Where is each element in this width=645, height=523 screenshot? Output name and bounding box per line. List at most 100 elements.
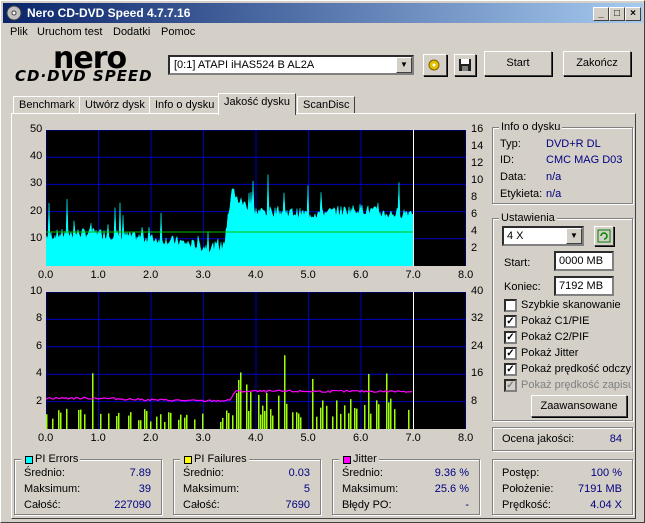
tab-scandisc[interactable]: ScanDisc [297, 96, 356, 114]
pi-failures-total-value: 7690 [285, 499, 310, 511]
pi-failures-total-label: Całość: [183, 499, 220, 511]
pif-bar [84, 414, 86, 429]
pif-bar [150, 421, 152, 429]
pif-bar [220, 421, 222, 429]
pif-bar [356, 408, 358, 429]
x-tick-label: 7.0 [405, 432, 421, 444]
checkbox-4[interactable]: ✓ [504, 363, 517, 376]
pif-bar [58, 410, 60, 429]
maximize-button[interactable]: □ [609, 7, 625, 21]
x-tick-label: 6.0 [353, 269, 369, 281]
eject-button[interactable] [423, 54, 447, 76]
jitter-line [46, 389, 413, 403]
refresh-button[interactable] [594, 226, 614, 246]
pif-bar [332, 416, 334, 429]
pi-errors-avg-label: Średnio: [24, 467, 65, 479]
minimize-button[interactable]: _ [593, 7, 609, 21]
floppy-disk-icon [459, 59, 471, 71]
cd-dvd-speed-logo: CD·DVD SPEED [15, 67, 153, 85]
pif-bar [138, 420, 140, 429]
y-left-tick-label: 30 [30, 177, 43, 190]
pif-bar [376, 400, 378, 429]
y-left-tick-label: 6 [36, 339, 43, 352]
pie-chart [46, 130, 466, 266]
pi-failures-avg-value: 0.03 [288, 467, 310, 479]
y-left-tick-label: 4 [36, 367, 43, 380]
pi-failures-max-value: 5 [303, 483, 310, 495]
tab-jakosc-dysku[interactable]: Jakość dysku [218, 93, 297, 115]
checkbox-3[interactable]: ✓ [504, 347, 517, 360]
checkbox-0[interactable] [504, 299, 517, 312]
pif-bar [52, 418, 54, 429]
pif-bar [312, 378, 314, 429]
y-right-tick-label: 40 [471, 285, 484, 297]
pie-area [46, 174, 414, 266]
close-button[interactable]: × [625, 7, 641, 21]
end-mb-input[interactable]: 7192 MB [554, 276, 614, 296]
zakoncz-button[interactable]: Zakończ [563, 51, 631, 76]
pif-bar [160, 414, 162, 429]
chevron-down-icon[interactable]: ▼ [396, 57, 412, 73]
end-label: Koniec: [504, 281, 541, 293]
pif-bar [408, 409, 410, 429]
pif-bar [260, 414, 262, 429]
x-tick-label: 0.0 [38, 269, 54, 281]
disc-label-value: n/a [546, 188, 562, 200]
menu-plik[interactable]: Plik [10, 26, 28, 38]
pif-bar [378, 404, 380, 429]
start-mb-input[interactable]: 0000 MB [554, 251, 614, 271]
pif-bar [250, 392, 252, 429]
pif-bar [340, 413, 342, 429]
y-right-tick-label: 12 [471, 157, 484, 169]
y-right-tick-label: 10 [471, 174, 484, 186]
pif-bar [118, 412, 120, 429]
menu-dodatki[interactable]: Dodatki [113, 26, 150, 38]
pif-bar [186, 414, 188, 429]
start-label: Start: [504, 257, 531, 269]
y-right-tick-label: 2 [471, 242, 478, 254]
tab-utworz-dysk[interactable]: Utwórz dysk [79, 96, 151, 114]
pi-errors-group: PI Errors Średnio: 7.89 Maksimum: 39 Cał… [14, 453, 162, 515]
speed-select[interactable]: 4 X ▼ [502, 226, 584, 246]
y-right-tick-label: 6 [471, 208, 478, 220]
x-tick-label: 4.0 [248, 432, 264, 444]
pif-bar [92, 373, 94, 429]
advanced-button[interactable]: Zaawansowane [531, 395, 627, 417]
pif-bar [78, 410, 80, 429]
pif-bar [364, 404, 366, 429]
pif-bar [80, 409, 82, 429]
checkbox-label-5: Pokaż prędkość zapisu [521, 379, 631, 391]
pif-bar [46, 414, 48, 429]
tab-benchmark[interactable]: Benchmark [13, 96, 81, 114]
position-label: Położenie: [502, 483, 554, 495]
jitter-max-label: Maksimum: [342, 483, 399, 495]
checkbox-1[interactable]: ✓ [504, 315, 517, 328]
x-tick-label: 5.0 [300, 269, 316, 281]
pif-bar [320, 407, 322, 429]
start-button[interactable]: Start [484, 51, 552, 76]
pif-bar [222, 417, 224, 429]
pi-failures-avg-label: Średnio: [183, 467, 224, 479]
menu-uruchom-test[interactable]: Uruchom test [37, 26, 102, 38]
pif-bar [116, 416, 118, 429]
x-tick-label: 8.0 [458, 432, 474, 444]
disc-label-label: Etykieta: [500, 188, 543, 200]
tab-info-o-dysku[interactable]: Info o dysku [149, 96, 221, 114]
pif-bar [238, 379, 240, 429]
pif-bar [264, 410, 266, 429]
pif-bar [336, 400, 338, 429]
chevron-down-icon[interactable]: ▼ [566, 228, 582, 244]
pif-bar [66, 408, 68, 429]
drive-select[interactable]: [0:1] ATAPI iHAS524 B AL2A ▼ [168, 55, 414, 75]
menu-pomoc[interactable]: Pomoc [161, 26, 195, 38]
po-errors-label: Błędy PO: [342, 499, 392, 511]
save-button[interactable] [454, 54, 476, 76]
pif-bar [180, 414, 182, 429]
pif-bar [240, 372, 242, 429]
pif-bar [170, 412, 172, 429]
refresh-icon [597, 229, 611, 243]
disc-eject-icon [428, 59, 440, 71]
pif-bar [316, 416, 318, 429]
po-errors-value: - [465, 499, 469, 511]
checkbox-2[interactable]: ✓ [504, 331, 517, 344]
